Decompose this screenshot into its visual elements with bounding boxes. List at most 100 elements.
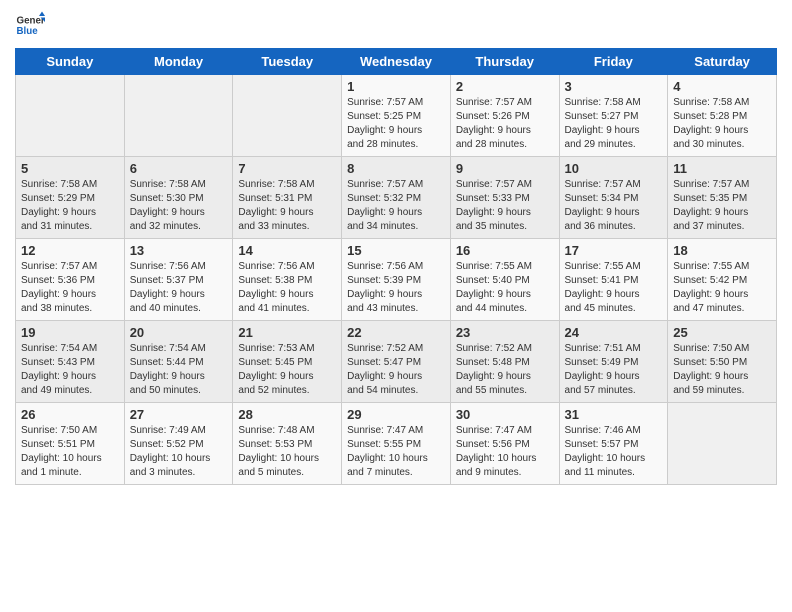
calendar-cell: 4 Sunrise: 7:58 AM Sunset: 5:28 PM Daylig… [668, 75, 777, 157]
calendar-table: SundayMondayTuesdayWednesdayThursdayFrid… [15, 48, 777, 485]
calendar-cell: 3 Sunrise: 7:58 AM Sunset: 5:27 PM Daylig… [559, 75, 668, 157]
day-info: Sunrise: 7:56 AM Sunset: 5:37 PM Dayligh… [130, 260, 228, 316]
week-row-2: 12 Sunrise: 7:57 AM Sunset: 5:36 PM Dayli… [16, 239, 777, 321]
day-info: Sunrise: 7:57 AM Sunset: 5:26 PM Dayligh… [456, 96, 554, 152]
calendar-body: 1 Sunrise: 7:57 AM Sunset: 5:25 PM Daylig… [16, 75, 777, 485]
week-row-4: 26 Sunrise: 7:50 AM Sunset: 5:51 PM Dayli… [16, 403, 777, 485]
day-number: 3 [565, 79, 663, 94]
day-info: Sunrise: 7:53 AM Sunset: 5:45 PM Dayligh… [238, 342, 336, 398]
header-cell-saturday: Saturday [668, 49, 777, 75]
day-info: Sunrise: 7:58 AM Sunset: 5:27 PM Dayligh… [565, 96, 663, 152]
day-number: 24 [565, 325, 663, 340]
calendar-cell: 5Sunrise: 7:58 AM Sunset: 5:29 PM Daylig… [16, 157, 125, 239]
day-info: Sunrise: 7:58 AM Sunset: 5:31 PM Dayligh… [238, 178, 336, 234]
day-number: 6 [130, 161, 228, 176]
day-number: 25 [673, 325, 771, 340]
day-info: Sunrise: 7:55 AM Sunset: 5:41 PM Dayligh… [565, 260, 663, 316]
day-info: Sunrise: 7:54 AM Sunset: 5:43 PM Dayligh… [21, 342, 119, 398]
day-number: 11 [673, 161, 771, 176]
day-info: Sunrise: 7:51 AM Sunset: 5:49 PM Dayligh… [565, 342, 663, 398]
calendar-cell: 6Sunrise: 7:58 AM Sunset: 5:30 PM Daylig… [124, 157, 233, 239]
svg-text:Blue: Blue [17, 26, 39, 37]
calendar-cell: 31 Sunrise: 7:46 AM Sunset: 5:57 PM Dayli… [559, 403, 668, 485]
calendar-cell: 22 Sunrise: 7:52 AM Sunset: 5:47 PM Dayli… [342, 321, 451, 403]
day-info: Sunrise: 7:57 AM Sunset: 5:32 PM Dayligh… [347, 178, 445, 234]
calendar-cell: 2 Sunrise: 7:57 AM Sunset: 5:26 PM Daylig… [450, 75, 559, 157]
day-number: 10 [565, 161, 663, 176]
day-info: Sunrise: 7:47 AM Sunset: 5:55 PM Dayligh… [347, 424, 445, 480]
calendar-cell [124, 75, 233, 157]
logo-icon: General Blue [15, 10, 45, 40]
day-number: 4 [673, 79, 771, 94]
calendar-cell [16, 75, 125, 157]
calendar-cell: 1 Sunrise: 7:57 AM Sunset: 5:25 PM Daylig… [342, 75, 451, 157]
day-info: Sunrise: 7:52 AM Sunset: 5:47 PM Dayligh… [347, 342, 445, 398]
day-number: 1 [347, 79, 445, 94]
calendar-cell: 7 Sunrise: 7:58 AM Sunset: 5:31 PM Daylig… [233, 157, 342, 239]
header-cell-tuesday: Tuesday [233, 49, 342, 75]
day-info: Sunrise: 7:55 AM Sunset: 5:42 PM Dayligh… [673, 260, 771, 316]
calendar-cell: 19 Sunrise: 7:54 AM Sunset: 5:43 PM Dayli… [16, 321, 125, 403]
calendar-cell: 10 Sunrise: 7:57 AM Sunset: 5:34 PM Dayli… [559, 157, 668, 239]
calendar-cell: 24 Sunrise: 7:51 AM Sunset: 5:49 PM Dayli… [559, 321, 668, 403]
header-cell-friday: Friday [559, 49, 668, 75]
day-number: 12 [21, 243, 119, 258]
day-number: 29 [347, 407, 445, 422]
day-number: 13 [130, 243, 228, 258]
day-info: Sunrise: 7:48 AM Sunset: 5:53 PM Dayligh… [238, 424, 336, 480]
day-number: 7 [238, 161, 336, 176]
calendar-cell: 17Sunrise: 7:55 AM Sunset: 5:41 PM Dayli… [559, 239, 668, 321]
day-info: Sunrise: 7:54 AM Sunset: 5:44 PM Dayligh… [130, 342, 228, 398]
day-info: Sunrise: 7:57 AM Sunset: 5:36 PM Dayligh… [21, 260, 119, 316]
calendar-cell: 9Sunrise: 7:57 AM Sunset: 5:33 PM Daylig… [450, 157, 559, 239]
day-number: 8 [347, 161, 445, 176]
calendar-cell: 8 Sunrise: 7:57 AM Sunset: 5:32 PM Daylig… [342, 157, 451, 239]
week-row-0: 1 Sunrise: 7:57 AM Sunset: 5:25 PM Daylig… [16, 75, 777, 157]
calendar-cell: 29 Sunrise: 7:47 AM Sunset: 5:55 PM Dayli… [342, 403, 451, 485]
day-info: Sunrise: 7:57 AM Sunset: 5:25 PM Dayligh… [347, 96, 445, 152]
day-info: Sunrise: 7:55 AM Sunset: 5:40 PM Dayligh… [456, 260, 554, 316]
day-info: Sunrise: 7:52 AM Sunset: 5:48 PM Dayligh… [456, 342, 554, 398]
calendar-cell: 14 Sunrise: 7:56 AM Sunset: 5:38 PM Dayli… [233, 239, 342, 321]
day-info: Sunrise: 7:57 AM Sunset: 5:34 PM Dayligh… [565, 178, 663, 234]
day-info: Sunrise: 7:46 AM Sunset: 5:57 PM Dayligh… [565, 424, 663, 480]
calendar-header-row: SundayMondayTuesdayWednesdayThursdayFrid… [16, 49, 777, 75]
day-number: 16 [456, 243, 554, 258]
day-info: Sunrise: 7:58 AM Sunset: 5:28 PM Dayligh… [673, 96, 771, 152]
calendar-cell: 26 Sunrise: 7:50 AM Sunset: 5:51 PM Dayli… [16, 403, 125, 485]
header-cell-wednesday: Wednesday [342, 49, 451, 75]
calendar-cell: 20 Sunrise: 7:54 AM Sunset: 5:44 PM Dayli… [124, 321, 233, 403]
day-info: Sunrise: 7:49 AM Sunset: 5:52 PM Dayligh… [130, 424, 228, 480]
calendar-cell: 11 Sunrise: 7:57 AM Sunset: 5:35 PM Dayli… [668, 157, 777, 239]
day-number: 2 [456, 79, 554, 94]
header-cell-monday: Monday [124, 49, 233, 75]
day-info: Sunrise: 7:50 AM Sunset: 5:51 PM Dayligh… [21, 424, 119, 480]
day-number: 26 [21, 407, 119, 422]
day-info: Sunrise: 7:57 AM Sunset: 5:35 PM Dayligh… [673, 178, 771, 234]
day-info: Sunrise: 7:58 AM Sunset: 5:29 PM Dayligh… [21, 178, 119, 234]
day-number: 14 [238, 243, 336, 258]
day-info: Sunrise: 7:50 AM Sunset: 5:50 PM Dayligh… [673, 342, 771, 398]
day-number: 19 [21, 325, 119, 340]
day-number: 31 [565, 407, 663, 422]
day-number: 15 [347, 243, 445, 258]
day-info: Sunrise: 7:57 AM Sunset: 5:33 PM Dayligh… [456, 178, 554, 234]
day-number: 22 [347, 325, 445, 340]
day-info: Sunrise: 7:47 AM Sunset: 5:56 PM Dayligh… [456, 424, 554, 480]
day-number: 28 [238, 407, 336, 422]
day-number: 27 [130, 407, 228, 422]
week-row-3: 19 Sunrise: 7:54 AM Sunset: 5:43 PM Dayli… [16, 321, 777, 403]
calendar-cell: 16 Sunrise: 7:55 AM Sunset: 5:40 PM Dayli… [450, 239, 559, 321]
day-info: Sunrise: 7:56 AM Sunset: 5:38 PM Dayligh… [238, 260, 336, 316]
calendar-cell: 21 Sunrise: 7:53 AM Sunset: 5:45 PM Dayli… [233, 321, 342, 403]
header-cell-thursday: Thursday [450, 49, 559, 75]
day-number: 21 [238, 325, 336, 340]
header-cell-sunday: Sunday [16, 49, 125, 75]
day-number: 20 [130, 325, 228, 340]
calendar-cell: 28 Sunrise: 7:48 AM Sunset: 5:53 PM Dayli… [233, 403, 342, 485]
day-number: 18 [673, 243, 771, 258]
calendar-cell: 27 Sunrise: 7:49 AM Sunset: 5:52 PM Dayli… [124, 403, 233, 485]
calendar-cell: 25 Sunrise: 7:50 AM Sunset: 5:50 PM Dayli… [668, 321, 777, 403]
calendar-cell [668, 403, 777, 485]
calendar-cell: 13 Sunrise: 7:56 AM Sunset: 5:37 PM Dayli… [124, 239, 233, 321]
